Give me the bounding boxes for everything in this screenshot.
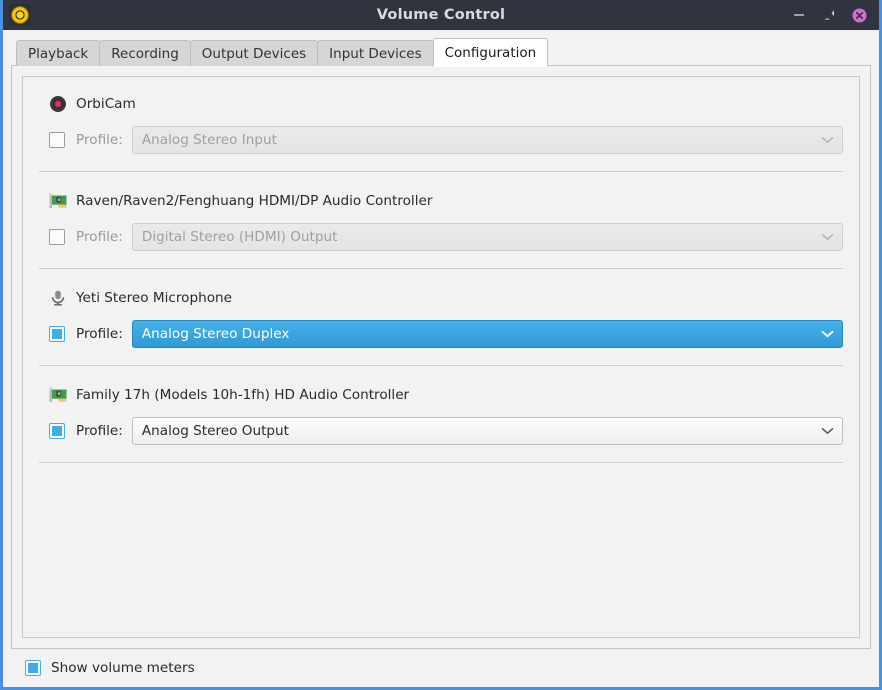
webcam-icon <box>49 95 67 113</box>
device-header: Raven/Raven2/Fenghuang HDMI/DP Audio Con… <box>39 188 843 214</box>
tab-input-devices[interactable]: Input Devices <box>317 40 433 66</box>
tab-label: Playback <box>28 46 88 62</box>
close-icon[interactable] <box>851 7 867 23</box>
device-list: OrbiCam Profile: Analog Stereo Input <box>22 76 860 638</box>
device-enable-checkbox[interactable] <box>49 229 65 245</box>
device-name: OrbiCam <box>76 96 136 112</box>
tab-label: Output Devices <box>202 46 306 62</box>
footer-bar: Show volume meters <box>11 649 871 687</box>
device-enable-checkbox[interactable] <box>49 132 65 148</box>
window-controls <box>791 7 873 23</box>
profile-label: Profile: <box>76 132 123 148</box>
profile-value: Analog Stereo Duplex <box>142 326 815 342</box>
device-row: OrbiCam Profile: Analog Stereo Input <box>39 89 843 172</box>
device-row: Raven/Raven2/Fenghuang HDMI/DP Audio Con… <box>39 186 843 269</box>
volume-control-icon <box>9 4 31 26</box>
profile-row: Profile: Analog Stereo Output <box>39 414 843 448</box>
chevron-down-icon <box>821 326 834 342</box>
profile-row: Profile: Analog Stereo Duplex <box>39 317 843 351</box>
device-row: Yeti Stereo Microphone Profile: Analog S… <box>39 283 843 366</box>
pci-card-icon <box>49 192 67 210</box>
chevron-down-icon <box>821 132 834 148</box>
profile-label: Profile: <box>76 423 123 439</box>
device-name: Raven/Raven2/Fenghuang HDMI/DP Audio Con… <box>76 193 432 209</box>
tab-recording[interactable]: Recording <box>99 40 191 66</box>
pci-card-icon <box>49 386 67 404</box>
device-enable-checkbox[interactable] <box>49 423 65 439</box>
profile-combobox[interactable]: Analog Stereo Output <box>132 417 843 445</box>
divider <box>39 365 843 366</box>
window-title: Volume Control <box>3 7 879 23</box>
device-header: Yeti Stereo Microphone <box>39 285 843 311</box>
device-header: OrbiCam <box>39 91 843 117</box>
device-row: Family 17h (Models 10h-1fh) HD Audio Con… <box>39 380 843 463</box>
tab-label: Input Devices <box>329 46 421 62</box>
tab-label: Configuration <box>445 45 537 61</box>
device-name: Family 17h (Models 10h-1fh) HD Audio Con… <box>76 387 409 403</box>
tab-label: Recording <box>111 46 179 62</box>
profile-combobox[interactable]: Analog Stereo Input <box>132 126 843 154</box>
tab-bar: Playback Recording Output Devices Input … <box>16 38 871 66</box>
profile-combobox[interactable]: Analog Stereo Duplex <box>132 320 843 348</box>
divider <box>39 462 843 463</box>
profile-combobox[interactable]: Digital Stereo (HDMI) Output <box>132 223 843 251</box>
profile-value: Digital Stereo (HDMI) Output <box>142 229 815 245</box>
profile-row: Profile: Analog Stereo Input <box>39 123 843 157</box>
tab-playback[interactable]: Playback <box>16 40 100 66</box>
divider <box>39 171 843 172</box>
volume-control-window: Volume Control Playback <box>0 0 882 690</box>
title-bar[interactable]: Volume Control <box>3 0 879 30</box>
maximize-icon[interactable] <box>821 7 837 23</box>
chevron-down-icon <box>821 423 834 439</box>
show-volume-meters-label: Show volume meters <box>51 660 195 676</box>
profile-row: Profile: Digital Stereo (HDMI) Output <box>39 220 843 254</box>
profile-value: Analog Stereo Output <box>142 423 815 439</box>
microphone-icon <box>49 289 67 307</box>
device-name: Yeti Stereo Microphone <box>76 290 232 306</box>
minimize-icon[interactable] <box>791 7 807 23</box>
device-header: Family 17h (Models 10h-1fh) HD Audio Con… <box>39 382 843 408</box>
configuration-page: OrbiCam Profile: Analog Stereo Input <box>11 65 871 649</box>
profile-label: Profile: <box>76 229 123 245</box>
device-enable-checkbox[interactable] <box>49 326 65 342</box>
profile-label: Profile: <box>76 326 123 342</box>
tab-output-devices[interactable]: Output Devices <box>190 40 318 66</box>
client-area: Playback Recording Output Devices Input … <box>3 30 879 687</box>
chevron-down-icon <box>821 229 834 245</box>
profile-value: Analog Stereo Input <box>142 132 815 148</box>
tab-configuration[interactable]: Configuration <box>433 38 549 66</box>
show-volume-meters-checkbox[interactable] <box>25 660 41 676</box>
divider <box>39 268 843 269</box>
